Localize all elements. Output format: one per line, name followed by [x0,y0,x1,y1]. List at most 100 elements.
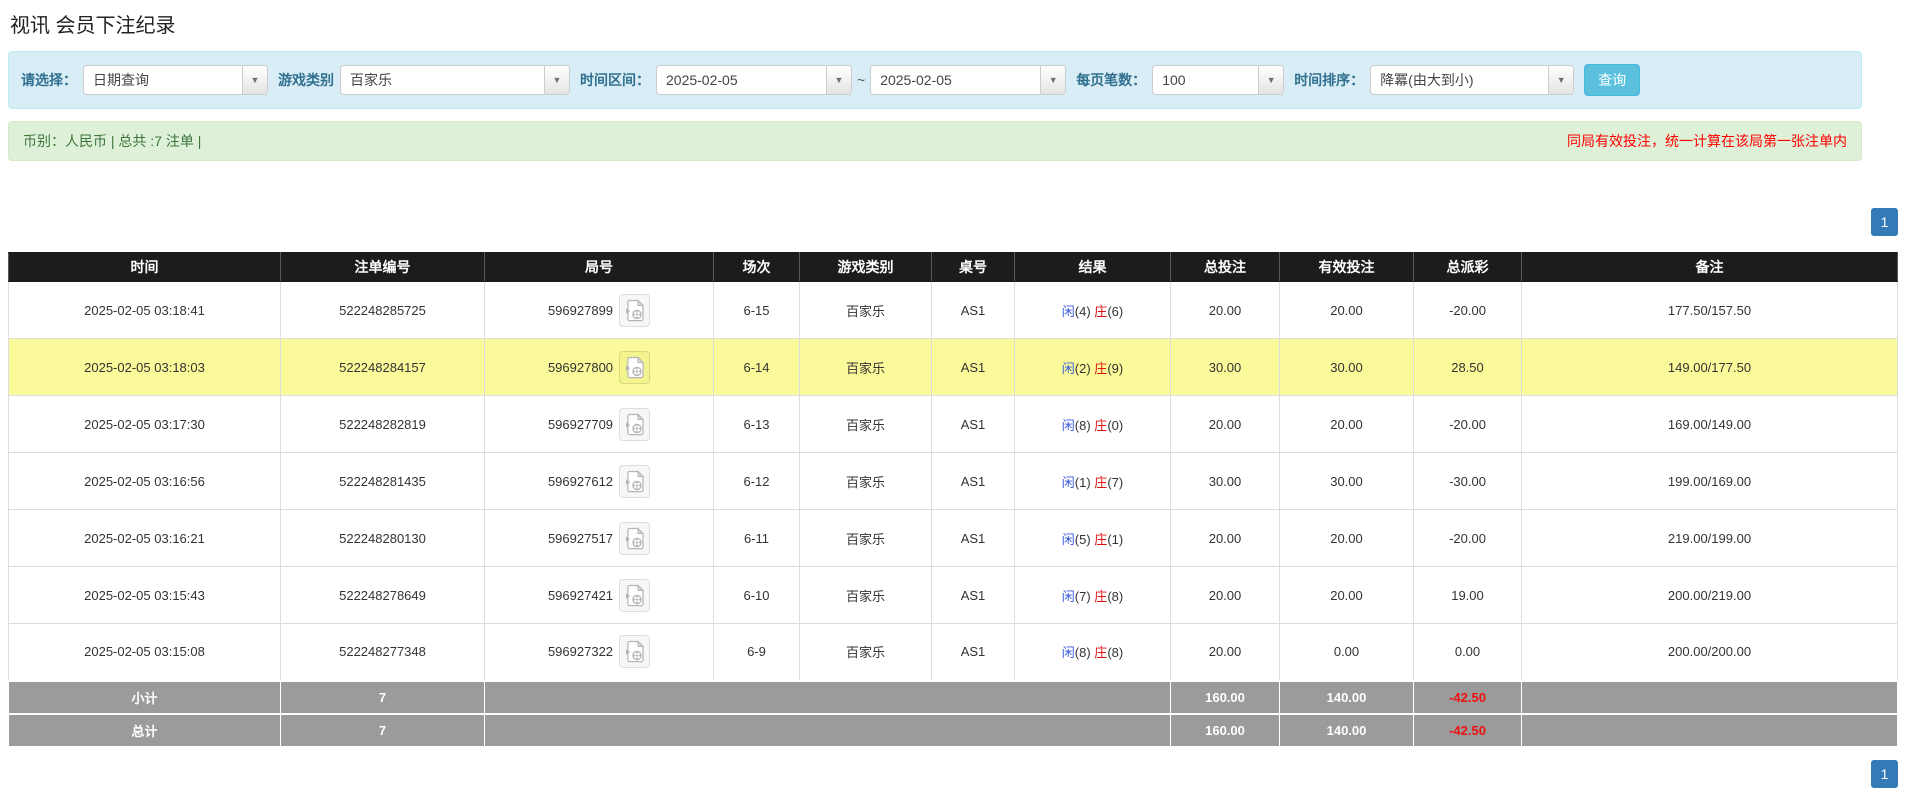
header-total-bet: 总投注 [1171,253,1280,282]
cell-valid-bet: 20.00 [1280,510,1414,567]
total-row-valid-bet: 140.00 [1280,714,1414,747]
cell-remark: 169.00/149.00 [1522,396,1898,453]
page-title: 视讯 会员下注纪录 [8,0,1898,51]
table-row[interactable]: 2025-02-05 03:18:03522248284157596927800… [9,339,1898,396]
result-banker-label: 庄 [1094,589,1107,604]
time-sort-value: 降冪(由大到小) [1371,66,1548,94]
cell-table-no: AS1 [932,282,1015,339]
result-player-score: (1) [1075,475,1095,490]
cell-table-no: AS1 [932,339,1015,396]
table-row[interactable]: 2025-02-05 03:15:08522248277348596927322… [9,624,1898,681]
table-row[interactable]: 2025-02-05 03:16:21522248280130596927517… [9,510,1898,567]
video-record-button[interactable] [619,294,650,327]
table-row[interactable]: 2025-02-05 03:15:43522248278649596927421… [9,567,1898,624]
dropdown-arrow-icon: ▼ [826,66,851,94]
cell-session: 6-15 [714,282,800,339]
header-payout: 总派彩 [1414,253,1522,282]
total-row-remark [1522,714,1898,747]
result-player-label: 闲 [1062,589,1075,604]
table-row[interactable]: 2025-02-05 03:17:30522248282819596927709… [9,396,1898,453]
table-row[interactable]: 2025-02-05 03:16:56522248281435596927612… [9,453,1898,510]
table-row[interactable]: 2025-02-05 03:18:41522248285725596927899… [9,282,1898,339]
result-player-score: (2) [1075,361,1095,376]
cell-valid-bet: 20.00 [1280,396,1414,453]
summary-bar: 币别：人民币 | 总共 :7 注单 | 同局有效投注，统一计算在该局第一张注单内 [8,121,1862,161]
result-player-score: (7) [1075,589,1095,604]
bet-records-table: 时间 注单编号 局号 场次 游戏类别 桌号 结果 总投注 有效投注 总派彩 备注… [8,252,1898,748]
page-size-dropdown[interactable]: 100 ▼ [1152,65,1284,95]
cell-game-category: 百家乐 [800,453,932,510]
cell-time: 2025-02-05 03:18:03 [9,339,281,396]
video-record-icon [625,584,645,607]
time-sort-dropdown[interactable]: 降冪(由大到小) ▼ [1370,65,1574,95]
cell-bet-id: 522248282819 [281,396,485,453]
video-record-button[interactable] [619,465,650,498]
cell-session: 6-10 [714,567,800,624]
cell-payout: -30.00 [1414,453,1522,510]
result-player-score: (4) [1075,304,1095,319]
cell-result: 闲(8) 庄(8) [1015,624,1171,681]
cell-game-category: 百家乐 [800,396,932,453]
cell-payout: -20.00 [1414,510,1522,567]
result-banker-label: 庄 [1094,475,1107,490]
page-1-button[interactable]: 1 [1871,760,1898,788]
search-button[interactable]: 查询 [1584,64,1640,96]
result-banker-score: (0) [1107,418,1123,433]
result-player-label: 闲 [1062,532,1075,547]
cell-game-category: 百家乐 [800,510,932,567]
cell-remark: 219.00/199.00 [1522,510,1898,567]
video-record-button[interactable] [619,522,650,555]
result-banker-score: (8) [1107,645,1123,660]
cell-round-id: 596927709 [485,396,714,453]
cell-table-no: AS1 [932,510,1015,567]
filter-panel: 请选择： 日期查询 ▼ 游戏类别 百家乐 ▼ 时间区间： 2025-02-05 … [8,51,1862,109]
cell-round-id: 596927612 [485,453,714,510]
total-row: 总计7160.00140.00-42.50 [9,714,1898,747]
result-banker-label: 庄 [1094,304,1107,319]
total-row-count: 7 [281,714,485,747]
header-bet-id: 注单编号 [281,253,485,282]
video-record-button[interactable] [619,351,650,384]
date-from-dropdown[interactable]: 2025-02-05 ▼ [656,65,852,95]
video-record-button[interactable] [619,635,650,668]
video-record-button[interactable] [619,408,650,441]
cell-table-no: AS1 [932,624,1015,681]
cell-result: 闲(5) 庄(1) [1015,510,1171,567]
round-id-value: 596927421 [548,588,613,603]
cell-valid-bet: 30.00 [1280,339,1414,396]
cell-result: 闲(2) 庄(9) [1015,339,1171,396]
subtotal-row-total-bet: 160.00 [1171,681,1280,714]
cell-payout: 0.00 [1414,624,1522,681]
cell-valid-bet: 30.00 [1280,453,1414,510]
video-record-icon [625,640,645,663]
result-banker-score: (1) [1107,532,1123,547]
game-category-dropdown[interactable]: 百家乐 ▼ [340,65,570,95]
date-to-dropdown[interactable]: 2025-02-05 ▼ [870,65,1066,95]
date-from-value: 2025-02-05 [657,66,826,94]
subtotal-row: 小计7160.00140.00-42.50 [9,681,1898,714]
cell-time: 2025-02-05 03:18:41 [9,282,281,339]
valid-bet-note: 同局有效投注，统一计算在该局第一张注单内 [1567,131,1847,151]
result-player-label: 闲 [1062,361,1075,376]
cell-valid-bet: 20.00 [1280,567,1414,624]
time-range-label: 时间区间： [580,70,650,90]
round-id-value: 596927322 [548,644,613,659]
dropdown-arrow-icon: ▼ [1258,66,1283,94]
query-type-dropdown[interactable]: 日期查询 ▼ [83,65,268,95]
cell-total-bet: 20.00 [1171,567,1280,624]
total-row-total-bet: 160.00 [1171,714,1280,747]
cell-game-category: 百家乐 [800,282,932,339]
cell-round-id: 596927800 [485,339,714,396]
cell-session: 6-11 [714,510,800,567]
cell-round-id: 596927899 [485,282,714,339]
round-id-value: 596927709 [548,417,613,432]
result-player-label: 闲 [1062,645,1075,660]
subtotal-row-remark [1522,681,1898,714]
dropdown-arrow-icon: ▼ [1040,66,1065,94]
cell-time: 2025-02-05 03:16:56 [9,453,281,510]
cell-result: 闲(8) 庄(0) [1015,396,1171,453]
video-record-icon [625,356,645,379]
video-record-button[interactable] [619,579,650,612]
page-1-button[interactable]: 1 [1871,208,1898,236]
pagination-top: 1 [8,208,1898,236]
